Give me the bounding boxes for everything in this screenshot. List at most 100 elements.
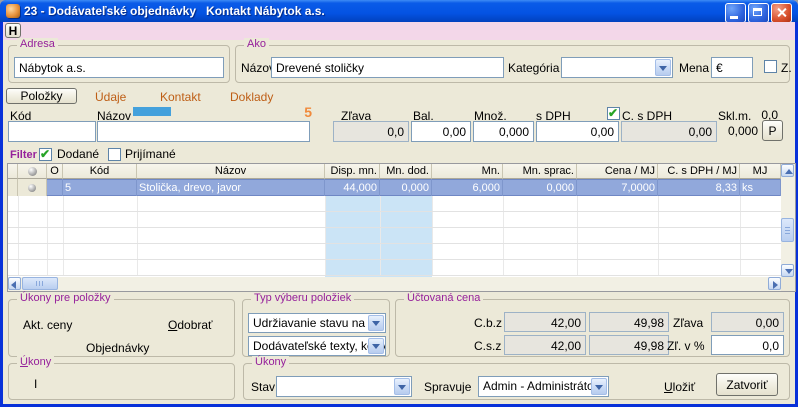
bal-field[interactable]: 0,00 [411, 121, 471, 142]
horizontal-scrollbar[interactable] [8, 277, 781, 291]
odobrat-action[interactable]: Odobrať [168, 318, 213, 332]
title-bar: 23 - Dodávateľské objednávky Kontakt Náb… [0, 0, 798, 22]
nazov-input[interactable]: Drevené stoličky [271, 57, 504, 78]
col-mj[interactable]: MJ [740, 164, 781, 179]
col-mn-sprac[interactable]: Mn. sprac. [503, 164, 577, 179]
stock-mode-dropdown[interactable]: Udržiavanie stavu na skl [248, 313, 386, 333]
tab-polozky[interactable]: Položky [6, 88, 77, 104]
tab-doklady[interactable]: Doklady [230, 90, 273, 104]
adresa-group-label: Adresa [17, 38, 58, 50]
kategoria-dropdown[interactable] [561, 57, 673, 78]
table-row[interactable]: 5 Stolička, drevo, javor 44,000 0,000 6,… [8, 179, 781, 196]
row-indicator-cell [8, 179, 18, 196]
window-title: 23 - Dodávateľské objednávky Kontakt Náb… [24, 4, 325, 18]
nazov-input-entry[interactable] [97, 121, 310, 142]
scroll-down-button[interactable] [781, 264, 794, 277]
cbz-label: C.b.z [474, 316, 502, 330]
scroll-up-button[interactable] [781, 164, 794, 177]
mnoz-field[interactable]: 0,000 [473, 121, 534, 142]
maximize-button[interactable] [748, 3, 769, 23]
app-window: 23 - Dodávateľské objednávky Kontakt Náb… [0, 0, 798, 407]
app-icon [6, 4, 20, 18]
akt-ceny-action[interactable]: Akt. ceny [23, 318, 72, 332]
col-nazov[interactable]: Názov [137, 164, 325, 179]
vertical-scroll-thumb[interactable] [781, 218, 794, 242]
cell-mn: 6,000 [432, 179, 503, 196]
cell-c-s-dph-mj: 8,33 [658, 179, 740, 196]
cbz-field-1: 42,00 [504, 312, 586, 332]
prijimane-label: Prijímané [125, 147, 176, 161]
maximize-icon [753, 8, 762, 16]
items-grid: O Kód Názov Disp. mn. Mn. dod. Mn. Mn. s… [7, 163, 796, 292]
close-button[interactable] [771, 3, 792, 23]
typ-vyberu-label: Typ výberu položiek [251, 292, 354, 304]
csz-field-1: 42,00 [504, 335, 586, 355]
adresa-input[interactable]: Nábytok a.s. [14, 57, 224, 78]
objednavky-action[interactable]: Objednávky [86, 341, 149, 355]
stav-label: Stav [251, 380, 275, 394]
ako-group: Ako Názov Drevené stoličky Kategória Men… [235, 45, 790, 83]
toolbar-strip: H [3, 22, 795, 40]
csdph-field: 0,00 [621, 121, 717, 142]
sklm-value: 0,000 [712, 124, 758, 138]
minimize-icon [730, 16, 738, 19]
text-cursor: I [34, 377, 37, 391]
ukony-polozky-label: Úkony pre položky [17, 292, 114, 304]
empty-rows [8, 196, 781, 277]
scroll-right-icon [773, 281, 778, 289]
scroll-down-icon [785, 269, 793, 274]
z-label: Z. [781, 61, 792, 75]
kod-input[interactable] [8, 121, 96, 142]
minimize-button[interactable] [725, 3, 746, 23]
h-button[interactable]: H [5, 23, 21, 38]
zl-pct-input[interactable]: 0,0 [711, 335, 784, 355]
z-checkbox[interactable] [764, 60, 777, 73]
spravuje-dropdown[interactable]: Admin - Administrátor [478, 376, 609, 397]
cell-disp-mn: 44,000 [325, 179, 380, 196]
col-mn-dod[interactable]: Mn. dod. [380, 164, 432, 179]
ukony-left-group: Úkony I [8, 363, 235, 400]
balloon-header[interactable] [18, 164, 47, 179]
cell-kod: 5 [63, 179, 137, 196]
ulozit-action[interactable]: Uložiť [664, 380, 695, 394]
prijimane-checkbox[interactable] [108, 148, 121, 161]
stav-dropdown[interactable] [276, 376, 412, 397]
zlava-field: 0,0 [333, 121, 409, 142]
sklm-label: Skl.m. [718, 109, 751, 123]
csz-field-2: 49,98 [589, 335, 669, 355]
uctovana-cena-group: Účtovaná cena C.b.z 42,00 49,98 Zľava 0,… [395, 299, 790, 357]
col-disp-mn[interactable]: Disp. mn. [325, 164, 380, 179]
scroll-left-icon [11, 281, 16, 289]
sdph-field[interactable]: 0,00 [536, 121, 619, 142]
uctovana-cena-label: Účtovaná cena [404, 292, 483, 304]
row-indicator-header[interactable] [8, 164, 18, 179]
scroll-left-button[interactable] [8, 277, 21, 290]
mena-label: Mena [679, 61, 709, 75]
sdph-checkbox[interactable] [607, 107, 620, 120]
tab-kontakt[interactable]: Kontakt [160, 90, 201, 104]
filter-label: Filter [10, 149, 37, 161]
scrollbar-corner [781, 277, 795, 291]
col-mn[interactable]: Mn. [432, 164, 503, 179]
cell-o [47, 179, 63, 196]
dodane-checkbox[interactable] [39, 148, 52, 161]
nazov-label: Názov [241, 61, 275, 75]
zatvorit-button[interactable]: Zatvoriť [716, 373, 778, 396]
cell-nazov: Stolička, drevo, javor [137, 179, 325, 196]
tab-udaje[interactable]: Údaje [95, 90, 126, 104]
table-header: O Kód Názov Disp. mn. Mn. dod. Mn. Mn. s… [8, 164, 781, 179]
ukony-left-label: Úkony [17, 356, 54, 368]
window-controls [725, 3, 792, 23]
col-c-s-dph-mj[interactable]: C. s DPH / MJ [658, 164, 740, 179]
balloon-icon [28, 184, 36, 192]
zlava-total-label: Zľava [673, 316, 703, 330]
scroll-right-button[interactable] [768, 277, 781, 290]
p-button[interactable]: P [762, 120, 783, 141]
supplier-texts-dropdown[interactable]: Dodávateľské texty, kódy [248, 336, 386, 356]
col-o[interactable]: O [47, 164, 63, 179]
mena-input[interactable]: € [711, 57, 753, 78]
vertical-scrollbar[interactable] [781, 164, 795, 277]
col-kod[interactable]: Kód [63, 164, 137, 179]
col-cena-mj[interactable]: Cena / MJ [577, 164, 658, 179]
horizontal-scroll-thumb[interactable] [22, 277, 58, 290]
